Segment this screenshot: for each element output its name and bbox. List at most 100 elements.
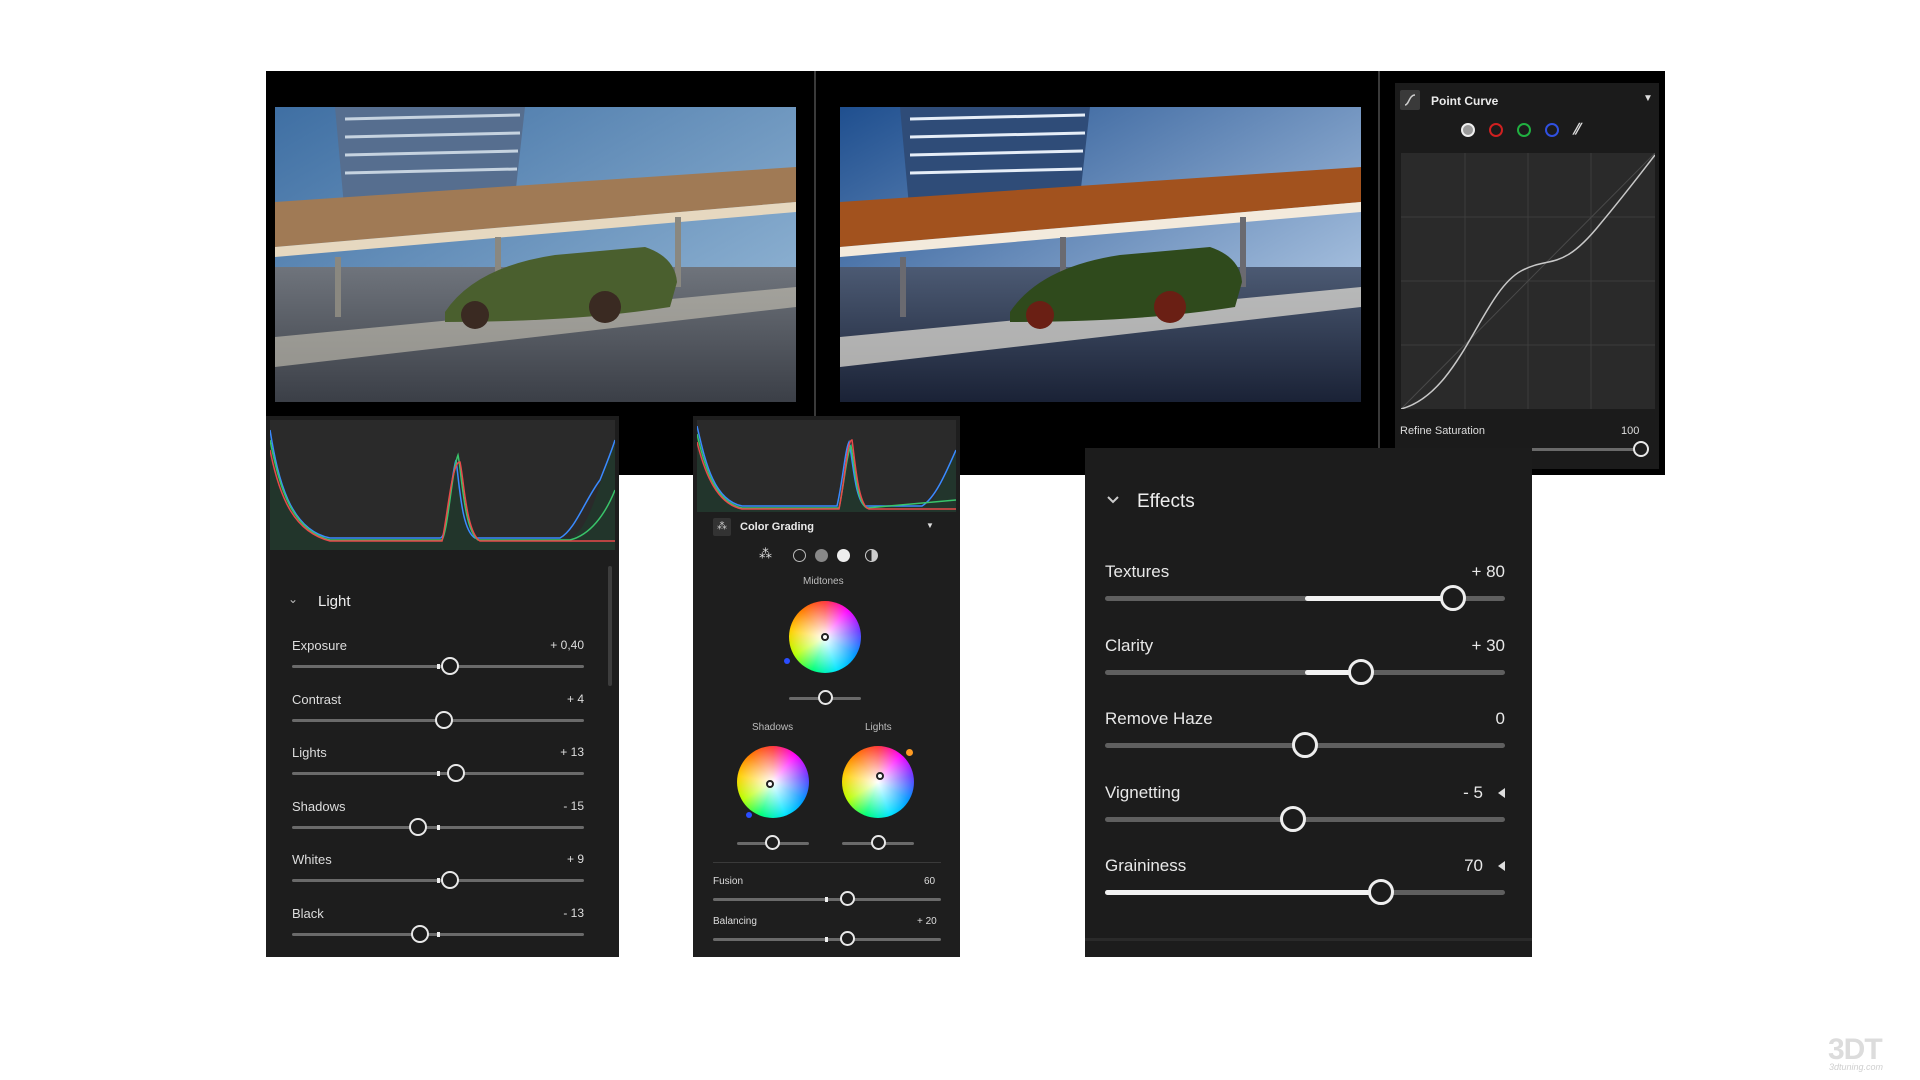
channel-red-icon[interactable] (1489, 123, 1503, 137)
clarity-knob[interactable] (1348, 658, 1374, 685)
exposure-center-tick (437, 664, 440, 669)
histogram (697, 420, 956, 512)
fusion-label: Fusion (713, 876, 744, 887)
compare-divider[interactable] (814, 71, 816, 475)
vignetting-value: - 5 (1463, 782, 1483, 802)
contrast-label: Contrast (292, 691, 342, 707)
target-adjust-icon[interactable]: ⫽ (1573, 121, 1580, 138)
midtones-mode-icon[interactable] (815, 549, 828, 562)
chevron-down-icon[interactable] (1105, 492, 1121, 508)
graininess-fill (1105, 890, 1381, 895)
scrollbar[interactable] (608, 566, 612, 686)
contrast-knob[interactable] (434, 710, 453, 729)
textures-fill (1305, 596, 1453, 601)
textures-label: Textures (1105, 562, 1170, 581)
clarity-value: + 30 (1471, 635, 1505, 655)
watermark-site: 3dtuning.com (1829, 1062, 1884, 1072)
fusion-value: 60 (924, 876, 936, 887)
balancing-label: Balancing (713, 916, 757, 927)
whites-knob[interactable] (440, 871, 459, 889)
wheel-hue-dot[interactable] (784, 658, 790, 664)
color-grading-title: Color Grading (740, 521, 814, 533)
scrollbar[interactable] (1085, 938, 1532, 941)
channel-green-icon[interactable] (1517, 123, 1531, 137)
channel-white-icon[interactable] (1461, 123, 1475, 137)
graininess-knob[interactable] (1368, 879, 1394, 905)
wheel-hue-dot[interactable] (746, 812, 752, 818)
point-curve-title: Point Curve (1431, 94, 1499, 108)
exposure-knob[interactable] (440, 657, 459, 675)
wheel-handle[interactable] (876, 772, 884, 780)
lights-center-tick (437, 771, 440, 776)
midtones-color-wheel[interactable] (789, 601, 861, 673)
shadows-label: Shadows (752, 722, 794, 733)
photo-after (840, 107, 1361, 402)
lights-label: Lights (292, 745, 327, 760)
wheel-handle[interactable] (821, 633, 829, 641)
shadows-color-wheel[interactable] (737, 746, 809, 818)
refine-saturation-track[interactable] (1530, 448, 1640, 451)
exposure-label: Exposure (292, 638, 347, 653)
light-panel: ⌄ Light Exposure + 0,40 Contrast + 4 Lights +… (266, 416, 619, 957)
black-center-tick (437, 931, 440, 937)
vignetting-reset-arrow-icon[interactable] (1498, 787, 1505, 798)
refine-saturation-value: 100 (1621, 425, 1640, 437)
photo-before (275, 107, 796, 402)
effects-panel: Effects Textures + 80 Clarity + 30 Remove Ha… (1085, 448, 1532, 957)
lights-luminance-knob[interactable] (871, 835, 886, 850)
remove-haze-knob[interactable] (1292, 732, 1318, 758)
contrast-value: + 4 (566, 691, 584, 706)
lights-knob[interactable] (446, 764, 465, 782)
balancing-value: + 20 (917, 916, 937, 927)
lights-value: + 13 (560, 745, 584, 759)
clarity-label: Clarity (1105, 635, 1154, 655)
curve-graph[interactable] (1400, 152, 1656, 410)
balancing-center-tick (825, 937, 828, 942)
whites-center-tick (437, 878, 440, 883)
textures-value: + 80 (1471, 562, 1505, 581)
vignetting-knob[interactable] (1280, 805, 1306, 832)
shadows-mode-icon[interactable] (793, 549, 806, 562)
shadows-luminance-knob[interactable] (765, 835, 780, 850)
black-knob[interactable] (411, 924, 430, 943)
lights-color-wheel[interactable] (842, 746, 914, 818)
light-section-header[interactable]: Light (318, 593, 351, 610)
fusion-knob[interactable] (840, 891, 856, 906)
point-curve-panel: Point Curve ▼ ⫽ Refine Saturation 100 (1395, 83, 1659, 469)
midtones-luminance-knob[interactable] (818, 690, 833, 705)
remove-haze-label: Remove Haze (1105, 709, 1213, 728)
global-mode-icon[interactable] (865, 549, 878, 562)
chevron-down-icon[interactable]: ⌄ (288, 592, 298, 606)
shadows-value: - 15 (563, 798, 584, 813)
color-grading-icon[interactable]: ⁂ (713, 518, 731, 536)
shadows-label: Shadows (292, 798, 346, 814)
exposure-value: + 0,40 (550, 638, 584, 652)
remove-haze-value: 0 (1495, 709, 1505, 728)
graininess-reset-arrow-icon[interactable] (1498, 861, 1505, 871)
whites-label: Whites (292, 852, 332, 867)
channel-blue-icon[interactable] (1545, 123, 1559, 137)
lights-label: Lights (865, 722, 892, 733)
shadows-center-tick (437, 824, 440, 830)
refine-saturation-label: Refine Saturation (1400, 425, 1485, 437)
black-label: Black (292, 905, 324, 921)
chevron-down-icon[interactable]: ▼ (1643, 93, 1653, 104)
vignetting-label: Vignetting (1105, 782, 1181, 802)
fusion-center-tick (825, 897, 828, 902)
divider (713, 862, 941, 863)
wheel-handle[interactable] (766, 780, 774, 788)
wheel-hue-dot[interactable] (906, 749, 913, 756)
whites-value: + 9 (566, 852, 584, 866)
curve-icon[interactable] (1400, 90, 1420, 110)
shadows-knob[interactable] (408, 817, 427, 836)
balancing-knob[interactable] (840, 931, 856, 946)
graininess-value: 70 (1464, 856, 1483, 875)
lights-mode-icon[interactable] (837, 549, 850, 562)
three-way-icon[interactable]: ⁂ (759, 546, 772, 562)
histogram (270, 420, 615, 550)
effects-section-header[interactable]: Effects (1137, 491, 1195, 513)
black-value: - 13 (563, 905, 584, 920)
chevron-down-icon[interactable]: ▼ (926, 521, 934, 530)
refine-saturation-knob[interactable] (1633, 441, 1649, 457)
textures-knob[interactable] (1440, 585, 1466, 611)
